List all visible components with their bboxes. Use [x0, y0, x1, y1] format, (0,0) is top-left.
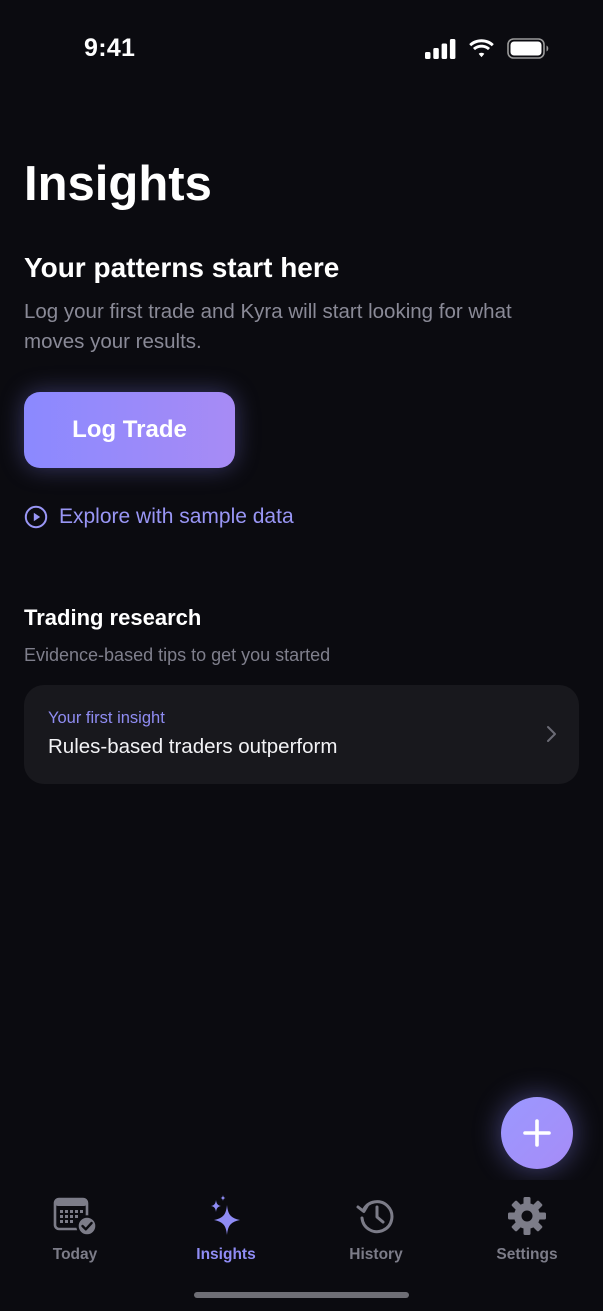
status-bar: 9:41	[0, 0, 603, 100]
tab-today[interactable]: Today	[20, 1194, 130, 1264]
play-circle-icon	[24, 505, 48, 529]
tab-insights-label: Insights	[196, 1246, 256, 1263]
research-section-subtitle: Evidence-based tips to get you started	[24, 645, 331, 665]
insight-card-title: Rules-based traders outperform	[48, 735, 338, 758]
chevron-right-icon	[547, 726, 556, 742]
tab-history-label: History	[349, 1246, 403, 1263]
calendar-check-icon	[53, 1197, 97, 1236]
log-trade-button[interactable]: Log Trade	[24, 392, 235, 468]
status-icons	[425, 38, 549, 59]
gear-icon	[508, 1197, 546, 1235]
tab-insights[interactable]: Insights	[171, 1194, 281, 1264]
insight-card[interactable]: Your first insight Rules-based traders o…	[24, 685, 579, 784]
home-indicator	[194, 1292, 409, 1298]
history-clock-icon	[356, 1200, 394, 1234]
status-time: 9:41	[84, 34, 136, 62]
add-trade-fab[interactable]	[501, 1097, 573, 1169]
wifi-icon	[469, 38, 494, 57]
tab-settings[interactable]: Settings	[472, 1194, 582, 1264]
explore-sample-data-link[interactable]: Explore with sample data	[24, 505, 294, 529]
empty-state-description: Log your first trade and Kyra will start…	[24, 300, 512, 353]
explore-link-label: Explore with sample data	[59, 505, 294, 528]
tab-settings-label: Settings	[496, 1246, 558, 1263]
signal-icon	[425, 38, 456, 59]
tab-history[interactable]: History	[321, 1194, 431, 1264]
sparkles-icon	[211, 1195, 240, 1235]
page-title: Insights	[24, 157, 212, 211]
insight-card-eyebrow: Your first insight	[48, 709, 165, 727]
plus-icon	[523, 1119, 551, 1147]
tab-today-label: Today	[52, 1246, 98, 1263]
research-section-title: Trading research	[24, 605, 202, 630]
empty-state-title: Your patterns start here	[24, 252, 340, 283]
battery-icon	[507, 38, 549, 59]
